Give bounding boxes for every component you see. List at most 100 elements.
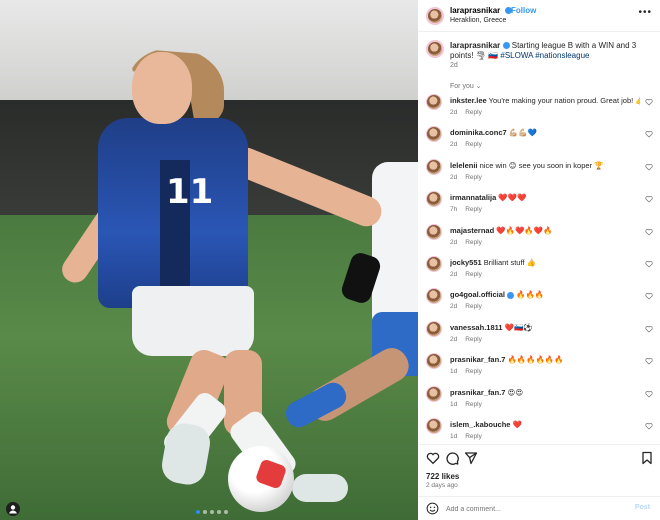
post-comment-button[interactable]: Post [635, 504, 650, 511]
avatar[interactable] [426, 385, 442, 402]
avatar[interactable] [426, 255, 442, 272]
heart-icon[interactable] [645, 260, 653, 268]
avatar[interactable] [426, 40, 444, 58]
heart-icon[interactable] [645, 292, 653, 300]
heart-icon[interactable] [645, 390, 653, 398]
comment-meta: 2d Reply [450, 141, 490, 148]
post-photo[interactable]: 11 [0, 0, 418, 520]
shirt-number: 11 [166, 172, 214, 212]
emoji-icon[interactable] [426, 502, 439, 515]
heart-icon[interactable] [645, 130, 653, 138]
comment-text: ❤️🔥❤️🔥❤️🔥 [496, 225, 553, 235]
avatar[interactable] [426, 126, 442, 143]
comment-list: inkster.lee You're making your nation pr… [418, 94, 660, 450]
verified-badge-icon [507, 291, 515, 299]
more-icon[interactable]: ••• [638, 7, 652, 18]
reply-button[interactable]: Reply [465, 141, 482, 148]
user-tag-icon[interactable] [6, 502, 20, 516]
post-author[interactable]: laraprasnikar [450, 6, 512, 15]
comment-icon[interactable] [445, 451, 459, 465]
follow-button[interactable]: • Follow [506, 6, 536, 15]
post-actions [418, 444, 660, 468]
carousel-dot [224, 510, 228, 514]
comment-author[interactable]: vanessah.1811 [450, 323, 503, 332]
comment-meta: 2d Reply [450, 336, 490, 343]
comment-meta: 2d Reply [450, 239, 490, 246]
heart-icon[interactable] [645, 357, 653, 365]
comment-body: vanessah.1811 ❤️🇸🇮⚽ [450, 323, 640, 332]
comment-author[interactable]: islem_.kabouche [450, 420, 510, 429]
avatar[interactable] [426, 417, 442, 434]
reply-button[interactable]: Reply [465, 239, 482, 246]
avatar[interactable] [426, 7, 444, 25]
avatar[interactable] [426, 158, 442, 175]
caption-hashtags[interactable]: 🇸🇮 #SLOWA #nationsleague [488, 51, 589, 60]
reply-button[interactable]: Reply [465, 109, 482, 116]
heart-icon[interactable] [645, 195, 653, 203]
comment-meta: 2d Reply [450, 174, 490, 181]
comment-meta: 2d Reply [450, 271, 490, 278]
reply-button[interactable]: Reply [465, 401, 482, 408]
comment-author[interactable]: dominika.conc7 [450, 128, 507, 137]
comment-input[interactable] [446, 502, 616, 516]
comment-author[interactable]: inkster.lee [450, 96, 487, 105]
avatar[interactable] [426, 320, 442, 337]
follow-label[interactable]: Follow [511, 6, 536, 15]
reply-button[interactable]: Reply [465, 336, 482, 343]
avatar[interactable] [426, 191, 442, 208]
caption-author[interactable]: laraprasnikar [450, 41, 500, 50]
avatar[interactable] [426, 94, 442, 110]
comment-time: 2d [450, 270, 458, 278]
comment-text: Brilliant stuff 👍 [483, 257, 536, 267]
bookmark-icon[interactable] [640, 451, 654, 465]
comment-body: prasnikar_fan.7 😍😍 [450, 388, 640, 397]
comment-meta: 2d Reply [450, 303, 490, 310]
comment-text: 😍😍 [507, 387, 524, 397]
comment: go4goal.official 🔥🔥🔥 2d Reply [418, 288, 660, 320]
comment-body: go4goal.official 🔥🔥🔥 [450, 290, 640, 299]
reply-button[interactable]: Reply [465, 368, 482, 375]
comment-time: 1d [450, 368, 458, 376]
post-date: 2 days ago [426, 482, 458, 489]
comment-author[interactable]: prasnikar_fan.7 [450, 388, 505, 397]
reply-button[interactable]: Reply [465, 206, 482, 213]
comment-text: ❤️❤️❤️ [498, 193, 527, 203]
comment-author[interactable]: irmannatalija [450, 193, 496, 202]
comment-time: 2d [450, 335, 458, 343]
reply-button[interactable]: Reply [465, 303, 482, 310]
like-heart-icon[interactable] [426, 451, 440, 465]
comment-sort-dropdown[interactable]: For you ⌄ [450, 82, 482, 90]
reply-button[interactable]: Reply [465, 433, 482, 440]
comment-text: 💪🏼💪🏼💙 [508, 128, 537, 138]
heart-icon[interactable] [645, 163, 653, 171]
post-location[interactable]: Heraklion, Greece [450, 17, 506, 24]
comment: lelelenii nice win 😊 see you soon in kop… [418, 158, 660, 191]
post-author-name[interactable]: laraprasnikar [450, 6, 500, 15]
comment-meta: 2d Reply [450, 109, 490, 116]
comment: dominika.conc7 💪🏼💪🏼💙 2d Reply [418, 126, 660, 158]
heart-icon[interactable] [645, 228, 653, 236]
heart-icon[interactable] [645, 422, 653, 430]
post-header: laraprasnikar • Follow Heraklion, Greece… [418, 0, 660, 32]
comment-author[interactable]: majasternad [450, 226, 494, 235]
reply-button[interactable]: Reply [465, 271, 482, 278]
comment-author[interactable]: jocky551 [450, 258, 482, 267]
comment-body: majasternad ❤️🔥❤️🔥❤️🔥 [450, 226, 640, 235]
like-count[interactable]: 722 likes [426, 472, 459, 481]
comment: inkster.lee You're making your nation pr… [418, 94, 660, 126]
share-icon[interactable] [464, 451, 478, 465]
heart-icon[interactable] [645, 98, 653, 106]
comment-body: jocky551 Brilliant stuff 👍 [450, 258, 640, 267]
avatar[interactable] [426, 288, 442, 305]
avatar[interactable] [426, 353, 442, 370]
comment-author[interactable]: lelelenii [450, 161, 478, 170]
comment-body: irmannatalija ❤️❤️❤️ [450, 193, 640, 202]
comment-text: nice win 😊 see you soon in koper 🏆 [479, 160, 604, 170]
comment: majasternad ❤️🔥❤️🔥❤️🔥 2d Reply [418, 223, 660, 256]
heart-icon[interactable] [645, 325, 653, 333]
comment-author[interactable]: prasnikar_fan.7 [450, 355, 505, 364]
avatar[interactable] [426, 223, 442, 240]
reply-button[interactable]: Reply [465, 174, 482, 181]
comment-author[interactable]: go4goal.official [450, 290, 505, 299]
comment: prasnikar_fan.7 😍😍 1d Reply [418, 385, 660, 418]
